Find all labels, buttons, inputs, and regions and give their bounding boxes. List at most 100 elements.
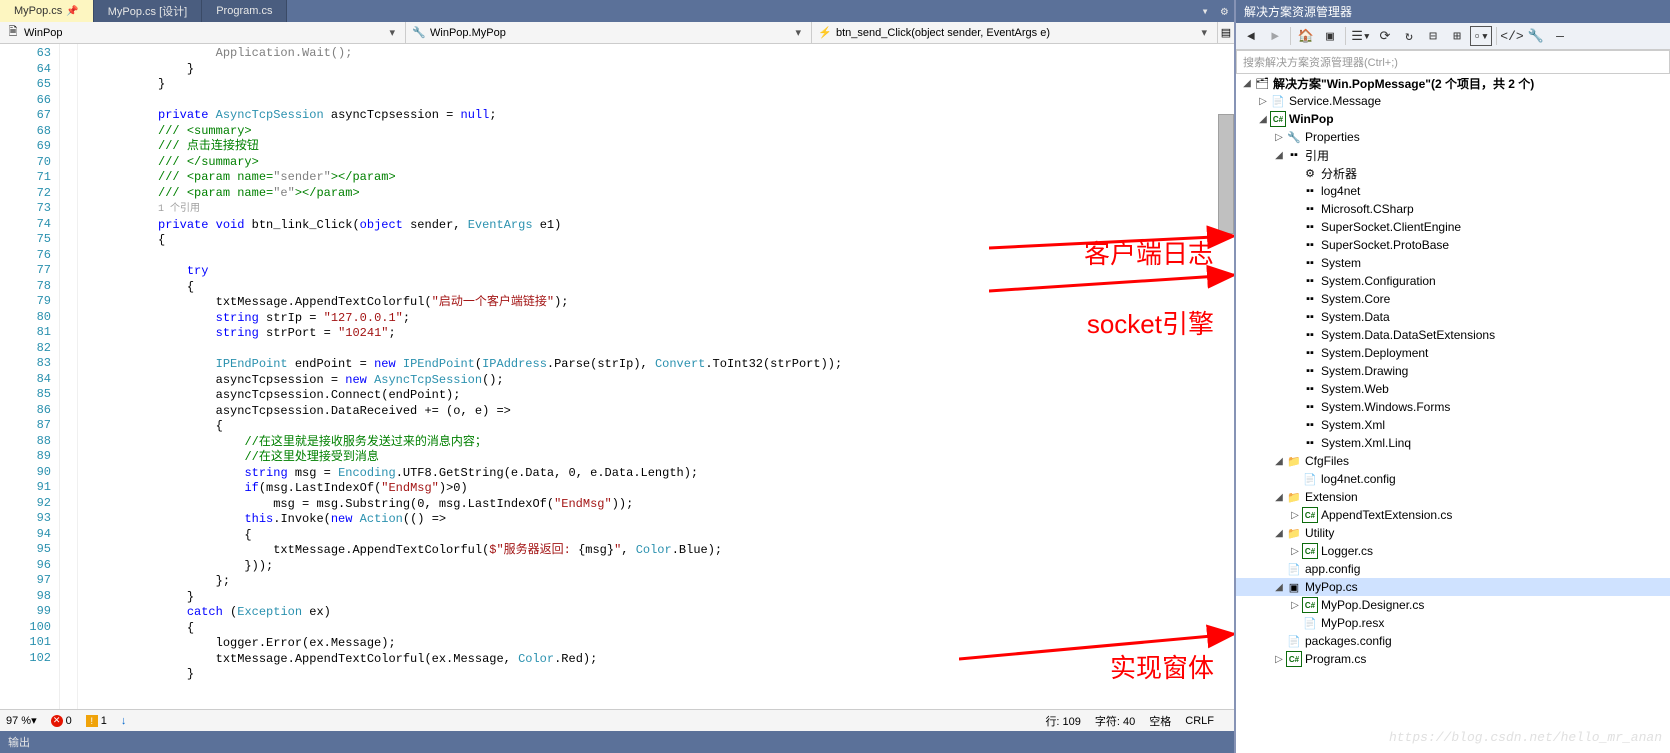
expand-icon[interactable]: ▷ [1272,654,1286,665]
code-line[interactable]: if(msg.LastIndexOf("EndMsg")>0) [86,481,1234,497]
tree-node[interactable]: ▷🔧Properties [1236,128,1670,146]
code-line[interactable]: /// <param name="sender"></param> [86,170,1234,186]
code-line[interactable]: { [86,528,1234,544]
tree-node[interactable]: ▪▪log4net [1236,182,1670,200]
collapse-icon[interactable]: ◢ [1272,528,1286,539]
expand-icon[interactable]: ▷ [1288,546,1302,557]
code-body[interactable]: Application.Wait(); } } private AsyncTcp… [78,44,1234,709]
tree-node[interactable]: ▪▪System.Xml.Linq [1236,434,1670,452]
tree-node[interactable]: ◢📁Utility [1236,524,1670,542]
tree-node[interactable]: ⚙分析器 [1236,164,1670,182]
code-line[interactable]: })); [86,559,1234,575]
scrollbar-thumb[interactable] [1218,114,1234,234]
code-line[interactable]: { [86,233,1234,249]
tree-node[interactable]: ▪▪System.Drawing [1236,362,1670,380]
tree-node[interactable]: ▪▪System.Xml [1236,416,1670,434]
chevron-down-icon[interactable]: ▾ [791,26,805,39]
code-line[interactable]: { [86,419,1234,435]
tree-node[interactable]: ▷C#Logger.cs [1236,542,1670,560]
zoom-level[interactable]: 97 % ▾ [6,714,37,727]
tree-node[interactable]: ▷C#Program.cs [1236,650,1670,668]
tree-node[interactable]: ▪▪System.Web [1236,380,1670,398]
properties-icon[interactable]: </> [1501,26,1523,46]
code-line[interactable]: /// </summary> [86,155,1234,171]
split-editor-icon[interactable]: ▤ [1218,22,1234,43]
wrench-icon[interactable]: 🔧 [1525,26,1547,46]
warning-count[interactable]: !1 [86,715,107,727]
tab-mypop-design[interactable]: MyPop.cs [设计] [94,0,202,22]
tree-node[interactable]: ◢▣MyPop.cs [1236,578,1670,596]
code-line[interactable]: IPEndPoint endPoint = new IPEndPoint(IPA… [86,357,1234,373]
tree-node[interactable]: ▪▪System.Deployment [1236,344,1670,362]
code-line[interactable]: try [86,264,1234,280]
code-line[interactable]: Application.Wait(); [86,46,1234,62]
tree-node[interactable]: 📄app.config [1236,560,1670,578]
solution-search-input[interactable]: 搜索解决方案资源管理器(Ctrl+;) [1236,50,1670,74]
refresh-icon[interactable]: ↻ [1398,26,1420,46]
nav-scope-project[interactable]: 🗎WinPop▾ [0,22,406,43]
tree-node[interactable]: ◢📁Extension [1236,488,1670,506]
chevron-down-icon[interactable]: ▾ [31,714,37,727]
code-line[interactable]: string strPort = "10241"; [86,326,1234,342]
collapse-icon[interactable]: ◢ [1272,456,1286,467]
code-line[interactable]: }; [86,574,1234,590]
tab-mypop-cs[interactable]: MyPop.cs📌 [0,0,94,22]
code-line[interactable]: private AsyncTcpSession asyncTcpsession … [86,108,1234,124]
code-line[interactable]: } [86,62,1234,78]
pin-icon[interactable]: 📌 [66,6,78,17]
tree-node[interactable]: 📄MyPop.resx [1236,614,1670,632]
solution-node[interactable]: ◢🗂解决方案"Win.PopMessage"(2 个项目，共 2 个) [1236,74,1670,92]
code-line[interactable]: } [86,590,1234,606]
tab-program-cs[interactable]: Program.cs [202,0,287,22]
code-line[interactable]: /// <param name="e"></param> [86,186,1234,202]
solution-tree[interactable]: ◢🗂解决方案"Win.PopMessage"(2 个项目，共 2 个) ▷📄Se… [1236,74,1670,753]
chevron-down-icon[interactable]: ▾ [1197,26,1211,39]
indent-mode[interactable]: 空格 [1149,713,1171,729]
tree-node[interactable]: ▪▪System.Data [1236,308,1670,326]
code-editor[interactable]: 6364656667686970717273747576777879808182… [0,44,1234,709]
nav-scope-class[interactable]: 🔧WinPop.MyPop▾ [406,22,812,43]
code-line[interactable]: txtMessage.AppendTextColorful(ex.Message… [86,652,1234,668]
code-line[interactable]: { [86,280,1234,296]
home-icon[interactable]: 🏠 [1295,26,1317,46]
tree-node[interactable]: ▪▪System [1236,254,1670,272]
code-line[interactable]: this.Invoke(new Action(() => [86,512,1234,528]
code-line[interactable]: asyncTcpsession.Connect(endPoint); [86,388,1234,404]
fold-column[interactable] [60,44,78,709]
tree-node[interactable]: ◢C#WinPop [1236,110,1670,128]
collapse-icon[interactable]: ◢ [1272,150,1286,161]
code-line[interactable]: logger.Error(ex.Message); [86,636,1234,652]
tree-node[interactable]: 📄packages.config [1236,632,1670,650]
collapse-icon[interactable]: ◢ [1272,492,1286,503]
code-line[interactable]: //在这里就是接收服务发送过来的消息内容； [86,435,1234,451]
code-line[interactable]: string strIp = "127.0.0.1"; [86,311,1234,327]
code-line[interactable]: //在这里处理接受到消息 [86,450,1234,466]
collapse-icon[interactable]: ◢ [1272,582,1286,593]
code-line[interactable]: private void btn_link_Click(object sende… [86,218,1234,234]
tree-node[interactable]: ▪▪System.Core [1236,290,1670,308]
code-line[interactable] [86,93,1234,109]
expand-icon[interactable]: ▷ [1288,510,1302,521]
code-line[interactable]: catch (Exception ex) [86,605,1234,621]
collapse-all-icon[interactable]: ⊟ [1422,26,1444,46]
code-line[interactable]: string msg = Encoding.UTF8.GetString(e.D… [86,466,1234,482]
code-line[interactable]: asyncTcpsession.DataReceived += (o, e) =… [86,404,1234,420]
code-line[interactable]: txtMessage.AppendTextColorful($"服务器返回: {… [86,543,1234,559]
code-line[interactable]: } [86,667,1234,683]
tree-node[interactable]: ▪▪SuperSocket.ProtoBase [1236,236,1670,254]
code-line[interactable]: msg = msg.Substring(0, msg.LastIndexOf("… [86,497,1234,513]
expand-icon[interactable]: ▷ [1288,600,1302,611]
code-line[interactable]: /// 点击连接按钮 [86,139,1234,155]
error-count[interactable]: ✕0 [51,715,72,727]
switch-view-icon[interactable]: ▣ [1319,26,1341,46]
chevron-down-icon[interactable]: ▾ [385,26,399,39]
tree-node[interactable]: ◢▪▪引用 [1236,146,1670,164]
tree-node[interactable]: 📄log4net.config [1236,470,1670,488]
code-line[interactable]: 1 个引用 [86,201,1234,218]
tabs-dropdown-icon[interactable]: ▾ [1196,0,1215,22]
collapse-icon[interactable]: ◢ [1256,114,1270,125]
tree-node[interactable]: ▪▪System.Configuration [1236,272,1670,290]
tree-node[interactable]: ▷C#MyPop.Designer.cs [1236,596,1670,614]
preview-icon[interactable]: ▫▾ [1470,26,1492,46]
expand-icon[interactable]: ▷ [1256,96,1270,107]
